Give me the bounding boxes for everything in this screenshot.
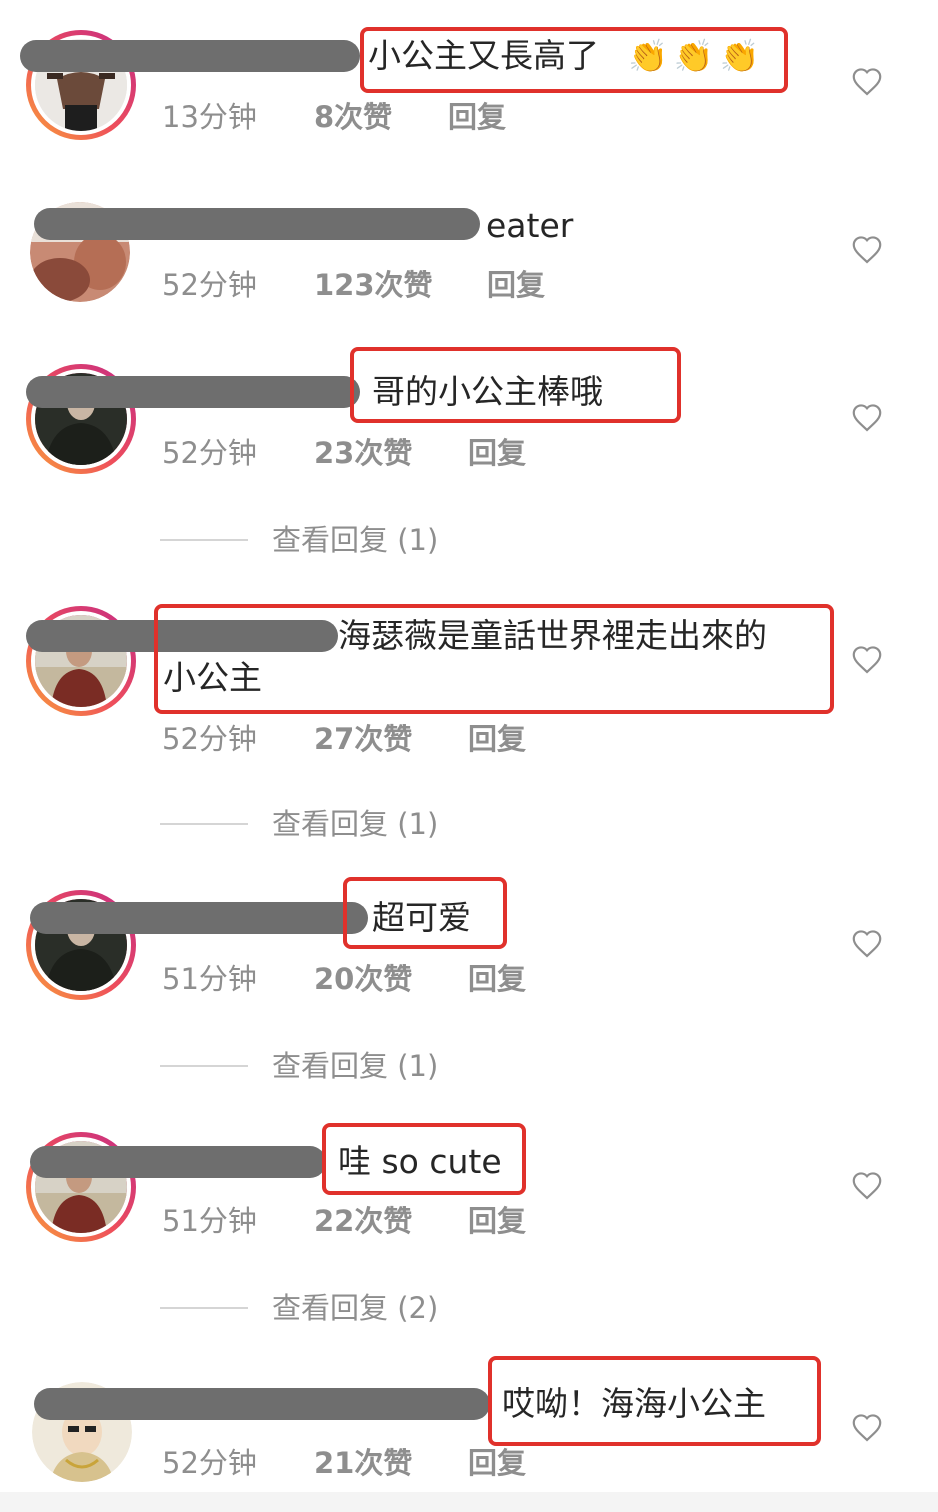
heart-outline-icon[interactable] [850,1412,884,1442]
reply-button[interactable]: 回复 [468,716,526,758]
comment-time: 51分钟 [162,962,257,996]
highlight-box [343,877,507,949]
reply-button[interactable]: 回复 [487,262,545,304]
comment-item: 超可爱 51分钟 20次赞 回复 查看回复 (1) [0,870,938,1090]
comment-text: eater [486,206,574,245]
reply-button[interactable]: 回复 [468,1440,526,1482]
redacted-username [34,208,480,240]
view-replies-label[interactable]: 查看回复 (1) [272,1046,438,1086]
highlight-box [488,1356,821,1446]
heart-outline-icon[interactable] [850,1170,884,1200]
redacted-username [30,902,368,934]
comment-item: 哎呦！海海小公主 52分钟 21次赞 回复 [0,1350,938,1492]
comment-item: 海瑟薇是童話世界裡走出來的 小公主 52分钟 27次赞 回复 查看回复 (1) [0,590,938,850]
view-replies[interactable]: 查看回复 (1) [160,1046,480,1086]
view-replies-label[interactable]: 查看回复 (1) [272,804,438,844]
like-count[interactable]: 20次赞 [314,956,412,998]
bottom-bar [0,1492,938,1512]
divider [160,823,248,825]
comment-time: 13分钟 [162,100,257,134]
redacted-username [30,1146,326,1178]
view-replies-label[interactable]: 查看回复 (2) [272,1288,438,1328]
comment-time: 51分钟 [162,1204,257,1238]
like-count[interactable]: 123次赞 [314,262,433,304]
highlight-box [322,1123,526,1195]
comment-item: eater 52分钟 123次赞 回复 [0,180,938,330]
reply-button[interactable]: 回复 [468,1198,526,1240]
comment-item: 哇 so cute 51分钟 22次赞 回复 查看回复 (2) [0,1110,938,1340]
like-count[interactable]: 22次赞 [314,1198,412,1240]
comment-item: 小公主又長高了 👏 👏 👏 13分钟 8次赞 回复 [0,0,938,160]
reply-button[interactable]: 回复 [448,94,506,136]
redacted-username [34,1388,490,1420]
view-replies[interactable]: 查看回复 (1) [160,520,480,560]
heart-outline-icon[interactable] [850,402,884,432]
view-replies-label[interactable]: 查看回复 (1) [272,520,438,560]
heart-outline-icon[interactable] [850,644,884,674]
comment-time: 52分钟 [162,268,257,302]
like-count[interactable]: 21次赞 [314,1440,412,1482]
comment-time: 52分钟 [162,722,257,756]
comment-time: 52分钟 [162,1446,257,1480]
highlight-box [360,27,788,93]
like-count[interactable]: 27次赞 [314,716,412,758]
heart-outline-icon[interactable] [850,928,884,958]
view-replies[interactable]: 查看回复 (1) [160,804,480,844]
comment-item: 哥的小公主棒哦 52分钟 23次赞 回复 查看回复 (1) [0,340,938,570]
reply-button[interactable]: 回复 [468,956,526,998]
redacted-username [20,40,360,72]
reply-button[interactable]: 回复 [468,430,526,472]
divider [160,1307,248,1309]
like-count[interactable]: 8次赞 [314,94,392,136]
heart-outline-icon[interactable] [850,234,884,264]
comment-time: 52分钟 [162,436,257,470]
highlight-box [350,347,681,423]
heart-outline-icon[interactable] [850,66,884,96]
redacted-username [26,376,360,408]
divider [160,539,248,541]
like-count[interactable]: 23次赞 [314,430,412,472]
divider [160,1065,248,1067]
view-replies[interactable]: 查看回复 (2) [160,1288,480,1328]
highlight-box [154,604,834,714]
